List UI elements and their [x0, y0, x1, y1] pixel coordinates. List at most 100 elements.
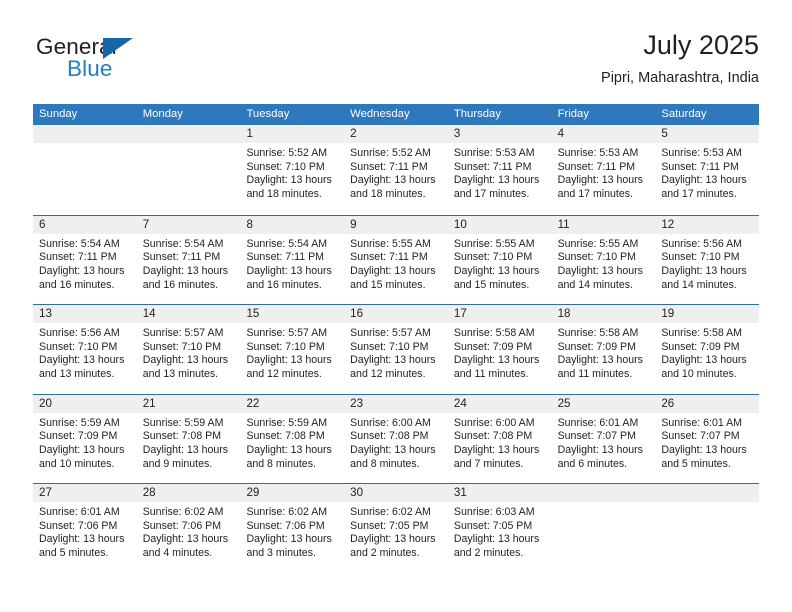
- day-cell[interactable]: 4 Sunrise: 5:53 AM Sunset: 7:11 PM Daylight…: [551, 125, 656, 215]
- daylight-text: Daylight: 13 hours and 18 minutes.: [246, 174, 332, 201]
- daylight-text: Daylight: 13 hours and 17 minutes.: [453, 174, 540, 201]
- daylight-text: Daylight: 13 hours and 17 minutes.: [557, 174, 643, 201]
- day-cell[interactable]: 23 Sunrise: 6:00 AM Sunset: 7:08 PM Dayligh…: [344, 394, 448, 483]
- sun-info: Sunrise: 6:02 AM Sunset: 7:06 PM Daylight:…: [143, 506, 241, 561]
- sun-info: Sunrise: 5:55 AM Sunset: 7:11 PM Daylight:…: [350, 238, 448, 293]
- title-block: July 2025 Pipri, Maharashtra, India: [601, 28, 759, 87]
- day-cell[interactable]: 29 Sunrise: 6:02 AM Sunset: 7:06 PM Dayligh…: [240, 484, 345, 573]
- day-cell[interactable]: 3 Sunrise: 5:53 AM Sunset: 7:11 PM Daylight…: [447, 125, 552, 215]
- week-inner: 20 Sunrise: 5:59 AM Sunset: 7:09 PM Dayligh…: [33, 394, 760, 483]
- date-number: 8: [246, 217, 253, 231]
- daylight-text: Daylight: 13 hours and 5 minutes.: [661, 443, 747, 470]
- sunrise-text: Sunrise: 5:53 AM: [453, 147, 535, 159]
- sunset-text: Sunset: 7:11 PM: [453, 160, 532, 173]
- logo-word-blue: Blue: [67, 56, 113, 81]
- sun-info: Sunrise: 5:57 AM Sunset: 7:10 PM Daylight:…: [143, 327, 241, 382]
- day-cell[interactable]: 22 Sunrise: 5:59 AM Sunset: 7:08 PM Dayligh…: [240, 394, 345, 483]
- day-cell[interactable]: 6 Sunrise: 5:54 AM Sunset: 7:11 PM Daylight…: [33, 215, 137, 304]
- date-number: 17: [453, 307, 467, 320]
- day-cell[interactable]: 7 Sunrise: 5:54 AM Sunset: 7:11 PM Daylight…: [136, 215, 241, 304]
- sun-info: Sunrise: 6:01 AM Sunset: 7:07 PM Daylight:…: [558, 417, 656, 472]
- day-cell[interactable]: 20 Sunrise: 5:59 AM Sunset: 7:09 PM Dayligh…: [33, 394, 137, 483]
- sun-info: Sunrise: 5:56 AM Sunset: 7:10 PM Daylight:…: [39, 327, 137, 382]
- date-number: 22: [246, 396, 260, 410]
- day-cell[interactable]: 28 Sunrise: 6:02 AM Sunset: 7:06 PM Dayligh…: [136, 484, 241, 573]
- general-blue-logo[interactable]: General Blue: [36, 34, 246, 88]
- sunrise-text: Sunrise: 5:59 AM: [39, 416, 120, 429]
- day-cell[interactable]: 31 Sunrise: 6:03 AM Sunset: 7:05 PM Dayligh…: [447, 484, 552, 573]
- daylight-text: Daylight: 13 hours and 3 minutes.: [246, 533, 332, 560]
- daylight-text: Daylight: 13 hours and 10 minutes.: [661, 354, 747, 381]
- sunrise-text: Sunrise: 6:00 AM: [350, 416, 431, 429]
- sunset-text: Sunset: 7:09 PM: [557, 340, 636, 353]
- date-number: 31: [453, 486, 467, 499]
- week-inner: 1 Sunrise: 5:52 AM Sunset: 7:10 PM Daylight…: [33, 125, 760, 215]
- sunset-text: Sunset: 7:11 PM: [246, 251, 324, 264]
- day-cell[interactable]: 25 Sunrise: 6:01 AM Sunset: 7:07 PM Dayligh…: [551, 394, 656, 483]
- day-cell[interactable]: 9 Sunrise: 5:55 AM Sunset: 7:11 PM Daylight…: [344, 215, 448, 304]
- day-cell[interactable]: 15 Sunrise: 5:57 AM Sunset: 7:10 PM Dayligh…: [240, 305, 345, 394]
- date-number: 7: [142, 217, 150, 231]
- sunrise-text: Sunrise: 5:56 AM: [39, 327, 120, 339]
- day-cell-empty: [136, 125, 241, 215]
- day-cell[interactable]: 16 Sunrise: 5:57 AM Sunset: 7:10 PM Dayligh…: [344, 305, 448, 394]
- sunset-text: Sunset: 7:09 PM: [453, 340, 533, 353]
- sunrise-text: Sunrise: 5:56 AM: [661, 237, 742, 250]
- sun-info: Sunrise: 5:59 AM Sunset: 7:09 PM Daylight:…: [39, 417, 137, 472]
- day-cell[interactable]: 12 Sunrise: 5:56 AM Sunset: 7:10 PM Dayligh…: [655, 215, 760, 304]
- sunset-text: Sunset: 7:11 PM: [661, 160, 739, 173]
- date-number: 30: [350, 486, 364, 499]
- day-cell-empty: [655, 484, 760, 573]
- day-cell[interactable]: 26 Sunrise: 6:01 AM Sunset: 7:07 PM Dayligh…: [655, 394, 760, 483]
- sunset-text: Sunset: 7:10 PM: [246, 160, 325, 173]
- day-cell[interactable]: 27 Sunrise: 6:01 AM Sunset: 7:06 PM Dayligh…: [33, 484, 137, 573]
- daylight-text: Daylight: 13 hours and 12 minutes.: [350, 354, 436, 381]
- sun-info: Sunrise: 6:00 AM Sunset: 7:08 PM Daylight:…: [454, 417, 552, 472]
- daylight-text: Daylight: 13 hours and 11 minutes.: [453, 354, 540, 381]
- sun-info: Sunrise: 5:52 AM Sunset: 7:11 PM Daylight:…: [350, 147, 448, 202]
- date-number: 14: [142, 307, 156, 320]
- day-cell[interactable]: 24 Sunrise: 6:00 AM Sunset: 7:08 PM Dayligh…: [447, 394, 552, 483]
- sunrise-text: Sunrise: 6:02 AM: [142, 506, 224, 518]
- date-number: 4: [557, 127, 565, 140]
- daylight-text: Daylight: 13 hours and 11 minutes.: [557, 354, 643, 381]
- sunrise-text: Sunrise: 5:52 AM: [350, 147, 431, 159]
- day-cell[interactable]: 1 Sunrise: 5:52 AM Sunset: 7:10 PM Daylight…: [240, 125, 345, 215]
- day-of-week-monday: Monday: [142, 108, 183, 120]
- week-inner: 13 Sunrise: 5:56 AM Sunset: 7:10 PM Dayligh…: [33, 305, 760, 394]
- day-cell[interactable]: 2 Sunrise: 5:52 AM Sunset: 7:11 PM Daylight…: [344, 125, 448, 215]
- daylight-text: Daylight: 13 hours and 14 minutes.: [557, 264, 643, 291]
- day-cell[interactable]: 19 Sunrise: 5:58 AM Sunset: 7:09 PM Dayligh…: [655, 305, 760, 394]
- calendar-week-row: 6 Sunrise: 5:54 AM Sunset: 7:11 PM Daylight…: [33, 214, 760, 304]
- sunset-text: Sunset: 7:10 PM: [453, 251, 533, 264]
- sunset-text: Sunset: 7:08 PM: [246, 430, 325, 443]
- sun-info: Sunrise: 6:00 AM Sunset: 7:08 PM Daylight:…: [350, 417, 448, 472]
- day-cell[interactable]: 10 Sunrise: 5:55 AM Sunset: 7:10 PM Dayligh…: [447, 215, 552, 304]
- page-header: General Blue July 2025 Pipri, Maharashtr…: [33, 28, 759, 96]
- date-number: 29: [246, 486, 260, 499]
- sunrise-text: Sunrise: 5:58 AM: [661, 327, 742, 339]
- day-cell[interactable]: 18 Sunrise: 5:58 AM Sunset: 7:09 PM Dayligh…: [551, 305, 656, 394]
- day-cell[interactable]: 17 Sunrise: 5:58 AM Sunset: 7:09 PM Dayligh…: [447, 305, 552, 394]
- daylight-text: Daylight: 13 hours and 13 minutes.: [39, 354, 125, 381]
- day-cell[interactable]: 30 Sunrise: 6:02 AM Sunset: 7:05 PM Dayligh…: [344, 484, 448, 573]
- sunset-text: Sunset: 7:07 PM: [661, 430, 740, 443]
- day-cell[interactable]: 11 Sunrise: 5:55 AM Sunset: 7:10 PM Dayligh…: [551, 215, 656, 304]
- sun-info: Sunrise: 5:52 AM Sunset: 7:10 PM Daylight:…: [246, 147, 344, 202]
- day-cell[interactable]: 14 Sunrise: 5:57 AM Sunset: 7:10 PM Dayligh…: [136, 305, 241, 394]
- sunset-text: Sunset: 7:08 PM: [453, 430, 533, 443]
- date-number: 23: [350, 396, 364, 410]
- day-cell[interactable]: 13 Sunrise: 5:56 AM Sunset: 7:10 PM Dayligh…: [33, 305, 137, 394]
- daylight-text: Daylight: 13 hours and 14 minutes.: [661, 264, 747, 291]
- sun-info: Sunrise: 5:53 AM Sunset: 7:11 PM Daylight:…: [454, 147, 552, 202]
- day-cell[interactable]: 8 Sunrise: 5:54 AM Sunset: 7:11 PM Daylight…: [240, 215, 345, 304]
- calendar-week-row: 27 Sunrise: 6:01 AM Sunset: 7:06 PM Dayligh…: [33, 483, 760, 573]
- daylight-text: Daylight: 13 hours and 5 minutes.: [39, 533, 125, 560]
- sunset-text: Sunset: 7:06 PM: [39, 519, 118, 532]
- date-number: 15: [246, 307, 260, 320]
- daylight-text: Daylight: 13 hours and 10 minutes.: [39, 443, 125, 470]
- day-cell[interactable]: 21 Sunrise: 5:59 AM Sunset: 7:08 PM Dayligh…: [136, 394, 241, 483]
- sunrise-text: Sunrise: 5:53 AM: [557, 147, 639, 159]
- sunset-text: Sunset: 7:11 PM: [39, 251, 117, 264]
- day-cell[interactable]: 5 Sunrise: 5:53 AM Sunset: 7:11 PM Daylight…: [655, 125, 760, 215]
